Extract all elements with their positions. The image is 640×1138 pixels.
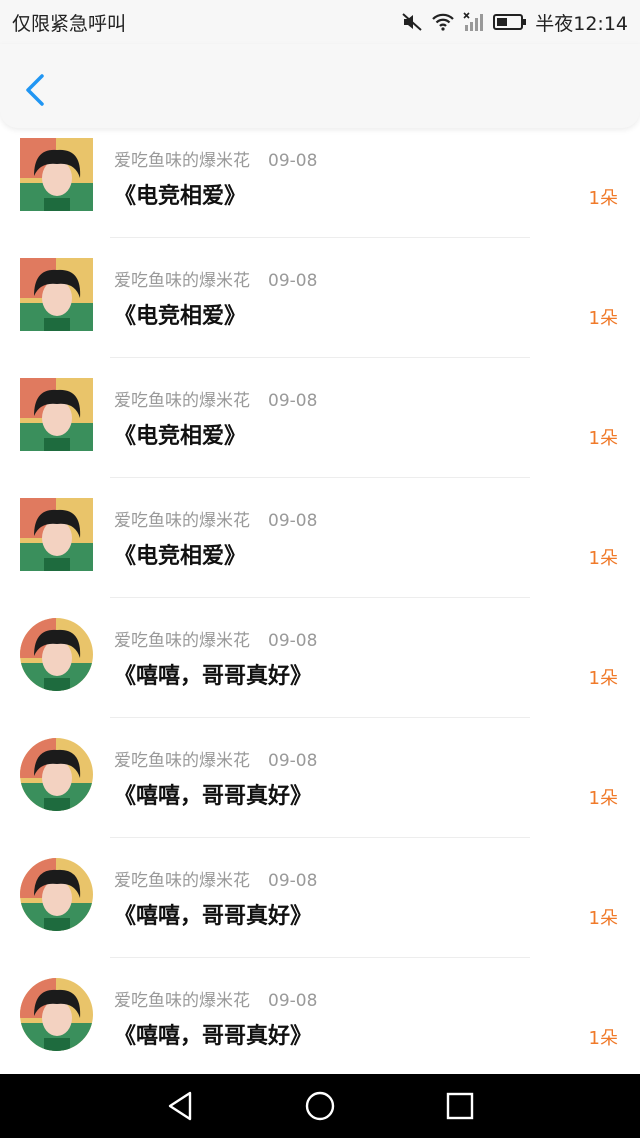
avatar (20, 378, 93, 451)
wifi-icon (431, 13, 455, 31)
list-item[interactable]: 爱吃鱼味的爆米花 09-08 《嘻嘻，哥哥真好》 1朵 (0, 718, 640, 838)
system-nav-bar (0, 1074, 640, 1138)
item-date: 09-08 (268, 631, 318, 651)
item-meta: 爱吃鱼味的爆米花 09-08 (114, 746, 317, 771)
back-nav-button[interactable] (160, 1086, 200, 1126)
status-icons: 半夜12:14 (401, 9, 628, 36)
triangle-back-icon (168, 1091, 192, 1121)
item-count: 1朵 (588, 1028, 618, 1049)
list-item[interactable]: 爱吃鱼味的爆米花 09-08 《嘻嘻，哥哥真好》 1朵 (0, 598, 640, 718)
signal-icon (463, 12, 485, 32)
mute-icon (401, 12, 423, 32)
item-count: 1朵 (588, 908, 618, 929)
item-meta: 爱吃鱼味的爆米花 09-08 (114, 386, 317, 411)
item-date: 09-08 (268, 751, 318, 771)
item-meta: 爱吃鱼味的爆米花 09-08 (114, 986, 317, 1011)
item-message: 《电竞相爱》 (114, 184, 247, 209)
avatar (20, 738, 93, 811)
user-name: 爱吃鱼味的爆米花 (114, 751, 250, 771)
user-name: 爱吃鱼味的爆米花 (114, 991, 250, 1011)
item-count: 1朵 (588, 308, 618, 329)
avatar (20, 858, 93, 931)
item-date: 09-08 (268, 991, 318, 1011)
carrier-text: 仅限紧急呼叫 (12, 12, 127, 35)
user-name: 爱吃鱼味的爆米花 (114, 391, 250, 411)
item-date: 09-08 (268, 151, 318, 171)
avatar (20, 618, 93, 691)
list-item[interactable]: 爱吃鱼味的爆米花 09-08 《电竞相爱》 1朵 (0, 118, 640, 238)
user-name: 爱吃鱼味的爆米花 (114, 511, 250, 531)
chevron-left-icon (26, 74, 44, 106)
item-count: 1朵 (588, 428, 618, 449)
user-name: 爱吃鱼味的爆米花 (114, 271, 250, 291)
item-message: 《嘻嘻，哥哥真好》 (114, 904, 313, 929)
item-message: 《电竞相爱》 (114, 424, 247, 449)
avatar (20, 258, 93, 331)
item-meta: 爱吃鱼味的爆米花 09-08 (114, 146, 317, 171)
back-button[interactable] (18, 70, 54, 110)
user-name: 爱吃鱼味的爆米花 (114, 871, 250, 891)
user-name: 爱吃鱼味的爆米花 (114, 631, 250, 651)
list-item[interactable]: 爱吃鱼味的爆米花 09-08 《电竞相爱》 1朵 (0, 478, 640, 598)
avatar (20, 978, 93, 1051)
avatar (20, 498, 93, 571)
item-message: 《嘻嘻，哥哥真好》 (114, 664, 313, 689)
list-item[interactable]: 爱吃鱼味的爆米花 09-08 《嘻嘻，哥哥真好》 1朵 (0, 958, 640, 1078)
item-message: 《嘻嘻，哥哥真好》 (114, 1024, 313, 1049)
item-date: 09-08 (268, 511, 318, 531)
item-meta: 爱吃鱼味的爆米花 09-08 (114, 506, 317, 531)
status-bar: 仅限紧急呼叫 半夜12:14 (0, 0, 640, 44)
square-recents-icon (446, 1092, 474, 1120)
item-count: 1朵 (588, 788, 618, 809)
user-name: 爱吃鱼味的爆米花 (114, 151, 250, 171)
clock-text: 半夜12:14 (535, 12, 628, 35)
item-meta: 爱吃鱼味的爆米花 09-08 (114, 866, 317, 891)
item-meta: 爱吃鱼味的爆米花 09-08 (114, 266, 317, 291)
item-message: 《嘻嘻，哥哥真好》 (114, 784, 313, 809)
battery-icon (493, 13, 527, 31)
list-item[interactable]: 爱吃鱼味的爆米花 09-08 《嘻嘻，哥哥真好》 1朵 (0, 838, 640, 958)
item-message: 《电竞相爱》 (114, 544, 247, 569)
item-count: 1朵 (588, 188, 618, 209)
item-count: 1朵 (588, 548, 618, 569)
item-date: 09-08 (268, 871, 318, 891)
item-date: 09-08 (268, 271, 318, 291)
avatar (20, 138, 93, 211)
header (0, 44, 640, 128)
item-count: 1朵 (588, 668, 618, 689)
recents-nav-button[interactable] (440, 1086, 480, 1126)
item-date: 09-08 (268, 391, 318, 411)
item-message: 《电竞相爱》 (114, 304, 247, 329)
list-item[interactable]: 爱吃鱼味的爆米花 09-08 《电竞相爱》 1朵 (0, 358, 640, 478)
item-meta: 爱吃鱼味的爆米花 09-08 (114, 626, 317, 651)
list-item[interactable]: 爱吃鱼味的爆米花 09-08 《电竞相爱》 1朵 (0, 238, 640, 358)
circle-home-icon (305, 1091, 335, 1121)
home-nav-button[interactable] (300, 1086, 340, 1126)
gift-list: 爱吃鱼味的爆米花 09-08 《电竞相爱》 1朵 爱吃鱼味的爆米花 09-08 《电… (0, 118, 640, 1078)
